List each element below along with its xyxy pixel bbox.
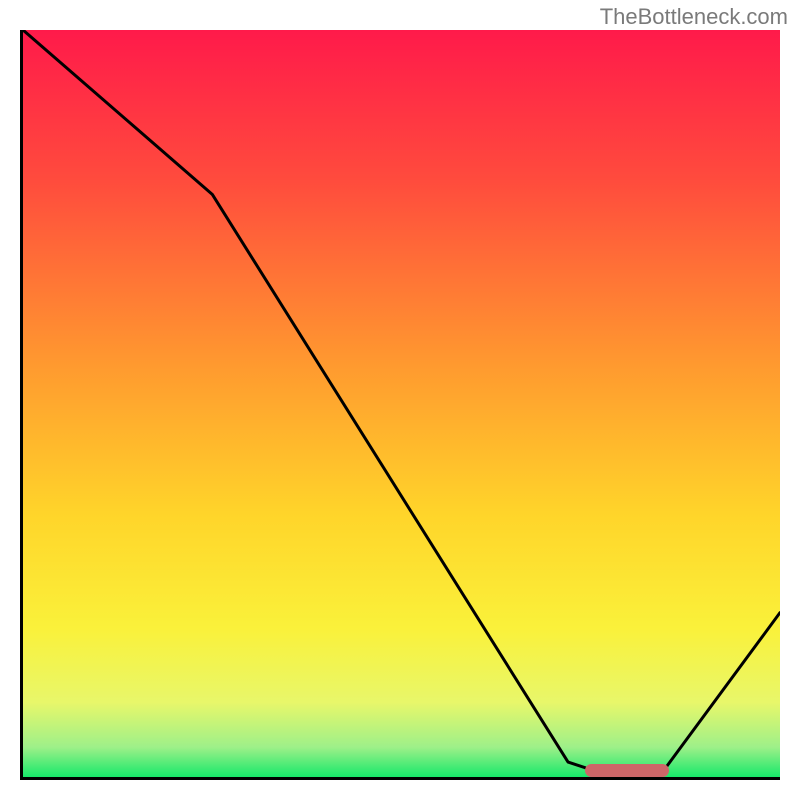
plot-area — [20, 30, 780, 780]
optimal-range-marker — [585, 764, 669, 777]
bottleneck-curve — [23, 30, 780, 777]
watermark-text: TheBottleneck.com — [600, 4, 788, 30]
